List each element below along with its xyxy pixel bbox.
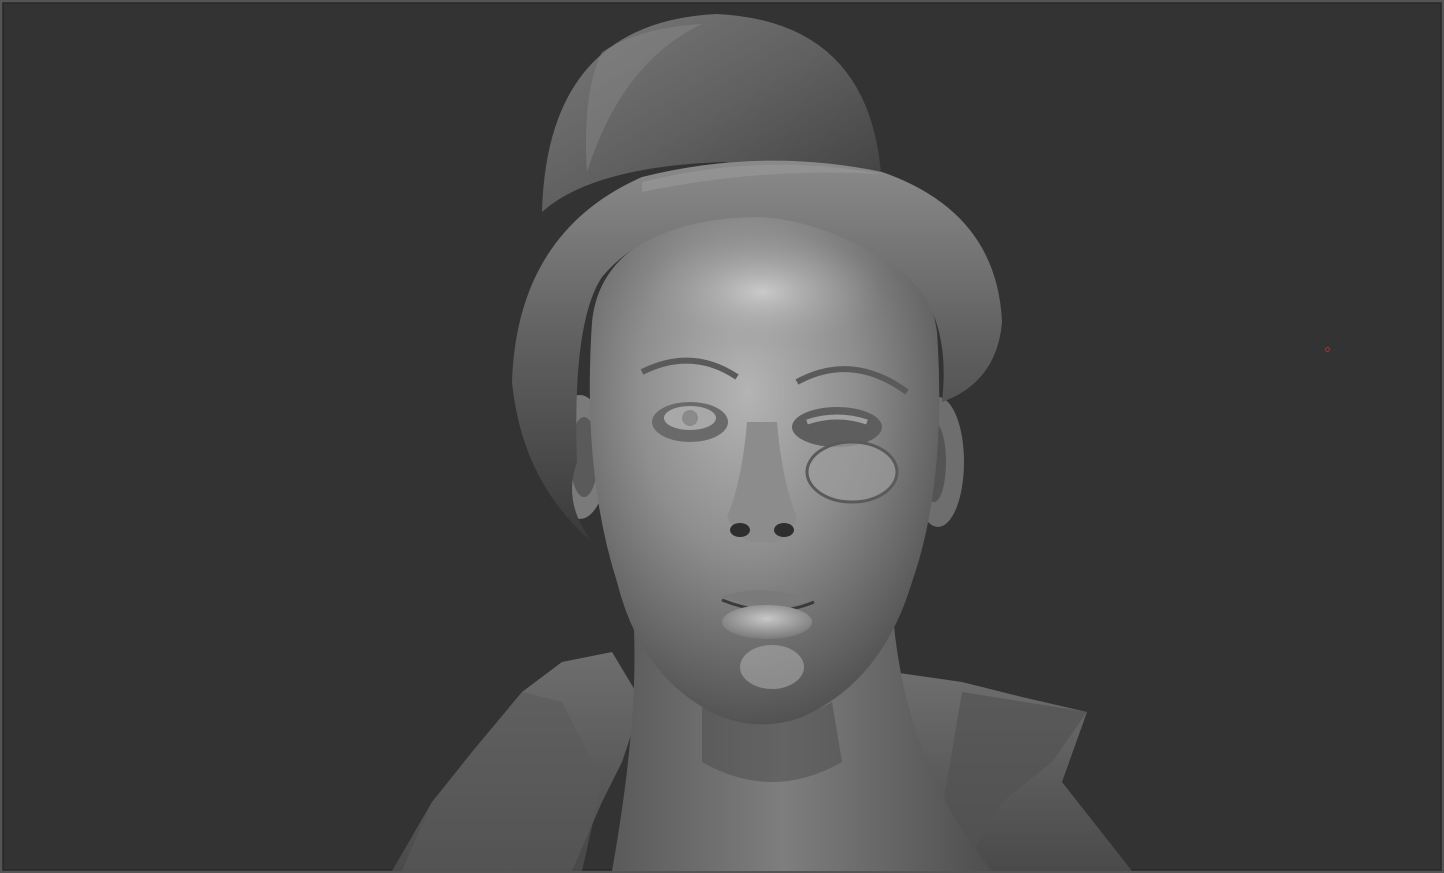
brush-cursor-dot: [1325, 347, 1330, 352]
zbrush-canvas[interactable]: [0, 0, 1444, 873]
sculpt-model[interactable]: [2, 2, 1442, 871]
